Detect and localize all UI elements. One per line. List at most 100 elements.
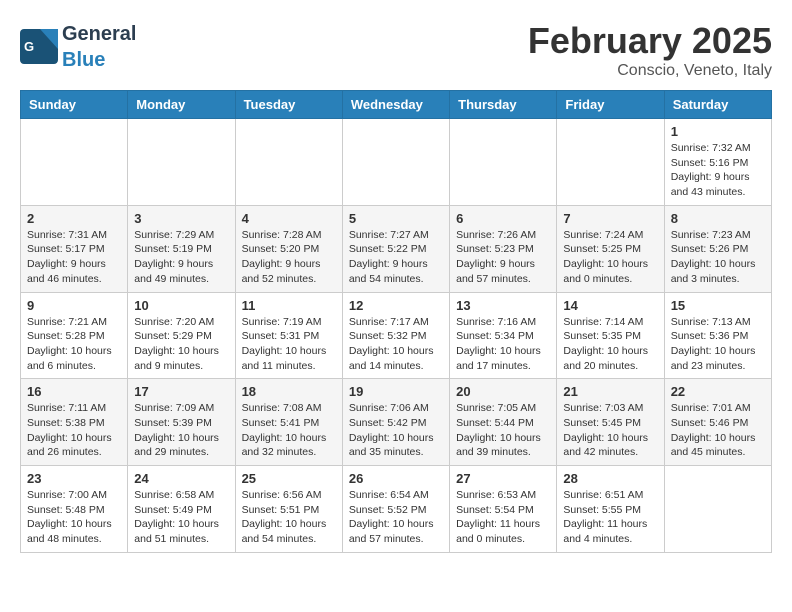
day-info: Sunrise: 7:27 AM Sunset: 5:22 PM Dayligh… [349,228,443,287]
day-info: Sunrise: 7:32 AM Sunset: 5:16 PM Dayligh… [671,141,765,200]
calendar-cell [450,119,557,206]
calendar-cell: 19Sunrise: 7:06 AM Sunset: 5:42 PM Dayli… [342,379,449,466]
day-info: Sunrise: 7:14 AM Sunset: 5:35 PM Dayligh… [563,315,657,374]
day-number: 14 [563,298,657,313]
calendar-cell: 20 Sunrise: 7:05 AM Sunset: 5:44 PM Dayli… [450,379,557,466]
day-number: 18 [242,384,336,399]
day-number: 20 [456,384,550,399]
day-info: Sunrise: 7:17 AM Sunset: 5:32 PM Dayligh… [349,315,443,374]
day-number: 28 [563,471,657,486]
day-info: Sunrise: 7:24 AM Sunset: 5:25 PM Dayligh… [563,228,657,287]
day-info: Sunrise: 7:09 AM Sunset: 5:39 PM Dayligh… [134,401,228,460]
calendar-cell: 5 Sunrise: 7:27 AM Sunset: 5:22 PM Daylig… [342,205,449,292]
calendar-cell: 4Sunrise: 7:28 AM Sunset: 5:20 PM Daylig… [235,205,342,292]
calendar-cell: 13 Sunrise: 7:16 AM Sunset: 5:34 PM Dayli… [450,292,557,379]
day-number: 4 [242,211,336,226]
day-info: Sunrise: 6:53 AM Sunset: 5:54 PM Dayligh… [456,488,550,547]
day-info: Sunrise: 7:16 AM Sunset: 5:34 PM Dayligh… [456,315,550,374]
day-number: 22 [671,384,765,399]
calendar-cell: 14 Sunrise: 7:14 AM Sunset: 5:35 PM Dayli… [557,292,664,379]
day-info: Sunrise: 6:51 AM Sunset: 5:55 PM Dayligh… [563,488,657,547]
day-info: Sunrise: 7:19 AM Sunset: 5:31 PM Dayligh… [242,315,336,374]
day-info: Sunrise: 7:29 AM Sunset: 5:19 PM Dayligh… [134,228,228,287]
day-number: 23 [27,471,121,486]
calendar-cell: 28 Sunrise: 6:51 AM Sunset: 5:55 PM Dayli… [557,466,664,553]
calendar-cell: 12 Sunrise: 7:17 AM Sunset: 5:32 PM Dayli… [342,292,449,379]
day-number: 10 [134,298,228,313]
calendar-week-row: 2 Sunrise: 7:31 AM Sunset: 5:17 PM Daylig… [21,205,772,292]
day-info: Sunrise: 7:26 AM Sunset: 5:23 PM Dayligh… [456,228,550,287]
day-info: Sunrise: 7:20 AM Sunset: 5:29 PM Dayligh… [134,315,228,374]
day-number: 27 [456,471,550,486]
calendar-cell: 23Sunrise: 7:00 AM Sunset: 5:48 PM Dayli… [21,466,128,553]
calendar-cell: 18 Sunrise: 7:08 AM Sunset: 5:41 PM Dayli… [235,379,342,466]
day-number: 19 [349,384,443,399]
calendar-cell: 26Sunrise: 6:54 AM Sunset: 5:52 PM Dayli… [342,466,449,553]
calendar-cell: 11 Sunrise: 7:19 AM Sunset: 5:31 PM Dayli… [235,292,342,379]
calendar-table: SundayMondayTuesdayWednesdayThursdayFrid… [20,90,772,553]
calendar-cell: 27 Sunrise: 6:53 AM Sunset: 5:54 PM Dayli… [450,466,557,553]
day-info: Sunrise: 7:05 AM Sunset: 5:44 PM Dayligh… [456,401,550,460]
day-number: 24 [134,471,228,486]
day-number: 6 [456,211,550,226]
col-header-friday: Friday [557,91,664,119]
svg-text:G: G [24,39,34,54]
day-info: Sunrise: 7:21 AM Sunset: 5:28 PM Dayligh… [27,315,121,374]
calendar-cell: 17 Sunrise: 7:09 AM Sunset: 5:39 PM Dayli… [128,379,235,466]
logo-icon: G [20,29,60,64]
day-number: 21 [563,384,657,399]
calendar-header-row: SundayMondayTuesdayWednesdayThursdayFrid… [21,91,772,119]
col-header-tuesday: Tuesday [235,91,342,119]
calendar-cell: 16Sunrise: 7:11 AM Sunset: 5:38 PM Dayli… [21,379,128,466]
col-header-sunday: Sunday [21,91,128,119]
day-info: Sunrise: 7:01 AM Sunset: 5:46 PM Dayligh… [671,401,765,460]
day-number: 5 [349,211,443,226]
calendar-cell [342,119,449,206]
calendar-cell [557,119,664,206]
logo: G General Blue [20,20,136,72]
day-info: Sunrise: 6:54 AM Sunset: 5:52 PM Dayligh… [349,488,443,547]
col-header-monday: Monday [128,91,235,119]
day-info: Sunrise: 7:03 AM Sunset: 5:45 PM Dayligh… [563,401,657,460]
day-info: Sunrise: 7:08 AM Sunset: 5:41 PM Dayligh… [242,401,336,460]
col-header-wednesday: Wednesday [342,91,449,119]
day-number: 3 [134,211,228,226]
day-number: 1 [671,124,765,139]
calendar-week-row: 23Sunrise: 7:00 AM Sunset: 5:48 PM Dayli… [21,466,772,553]
day-number: 17 [134,384,228,399]
day-info: Sunrise: 6:56 AM Sunset: 5:51 PM Dayligh… [242,488,336,547]
day-number: 16 [27,384,121,399]
day-number: 12 [349,298,443,313]
logo-general: General [62,23,136,45]
day-number: 13 [456,298,550,313]
calendar-cell [128,119,235,206]
day-number: 11 [242,298,336,313]
col-header-saturday: Saturday [664,91,771,119]
calendar-cell: 10 Sunrise: 7:20 AM Sunset: 5:29 PM Dayli… [128,292,235,379]
day-info: Sunrise: 6:58 AM Sunset: 5:49 PM Dayligh… [134,488,228,547]
day-number: 2 [27,211,121,226]
calendar-cell: 7Sunrise: 7:24 AM Sunset: 5:25 PM Daylig… [557,205,664,292]
day-info: Sunrise: 7:13 AM Sunset: 5:36 PM Dayligh… [671,315,765,374]
calendar-cell: 1 Sunrise: 7:32 AM Sunset: 5:16 PM Daylig… [664,119,771,206]
calendar-cell: 15Sunrise: 7:13 AM Sunset: 5:36 PM Dayli… [664,292,771,379]
day-info: Sunrise: 7:23 AM Sunset: 5:26 PM Dayligh… [671,228,765,287]
day-info: Sunrise: 7:31 AM Sunset: 5:17 PM Dayligh… [27,228,121,287]
calendar-cell: 21 Sunrise: 7:03 AM Sunset: 5:45 PM Dayli… [557,379,664,466]
calendar-week-row: 9 Sunrise: 7:21 AM Sunset: 5:28 PM Daylig… [21,292,772,379]
logo-blue: Blue [62,49,105,71]
calendar-cell: 3 Sunrise: 7:29 AM Sunset: 5:19 PM Daylig… [128,205,235,292]
col-header-thursday: Thursday [450,91,557,119]
calendar-cell: 2 Sunrise: 7:31 AM Sunset: 5:17 PM Daylig… [21,205,128,292]
page-header: G General Blue February 2025 Conscio, Ve… [20,20,772,80]
month-title: February 2025 [528,20,772,62]
calendar-cell: 24 Sunrise: 6:58 AM Sunset: 5:49 PM Dayli… [128,466,235,553]
calendar-cell [664,466,771,553]
day-number: 8 [671,211,765,226]
calendar-cell: 9 Sunrise: 7:21 AM Sunset: 5:28 PM Daylig… [21,292,128,379]
day-number: 9 [27,298,121,313]
calendar-cell: 25 Sunrise: 6:56 AM Sunset: 5:51 PM Dayli… [235,466,342,553]
day-number: 25 [242,471,336,486]
calendar-cell: 8 Sunrise: 7:23 AM Sunset: 5:26 PM Daylig… [664,205,771,292]
calendar-cell [235,119,342,206]
